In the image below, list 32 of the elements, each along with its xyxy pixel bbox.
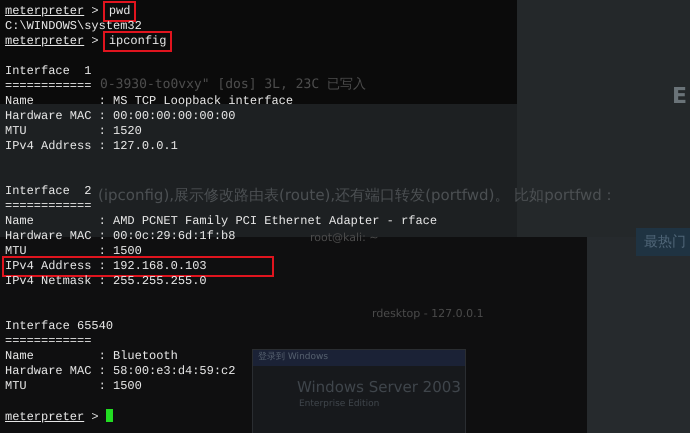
output-line: C:\WINDOWS\system32 [5,19,142,34]
output-line: IPv4 Address : 192.168.0.103 [5,259,271,274]
prompt-label: meterpreter [5,410,84,424]
window-title: rdesktop - 127.0.0.1 [372,306,484,322]
output-line: ============ [5,79,92,94]
prompt-separator: > [90,410,100,425]
dialog-title: 登录到 Windows [253,350,465,366]
output-line: MTU : 1500 [5,379,142,394]
side-heading: E [672,83,688,111]
command-text: pwd [106,4,134,19]
output-line: MTU : 1500 [5,244,142,259]
window-title: root@kali: ~ [310,230,379,246]
output-line: Name : Bluetooth [5,349,178,364]
output-line: ============ [5,199,92,214]
output-line: Name : AMD PCNET Family PCI Ethernet Adapter - rface [5,214,438,229]
output-line: Name : MS TCP Loopback interface [5,94,294,109]
output-line: Interface 65540 [5,319,114,334]
output-line: MTU : 1520 [5,124,142,139]
output-line: Hardware MAC : 00:00:00:00:00:00 [5,109,236,124]
editor-status-line: 0-3930-to0vxy" [dos] 3L, 23C 已写入 [100,77,366,92]
output-line: Hardware MAC : 58:00:e3:d4:59:c2 [5,364,236,379]
prompt-label: meterpreter [5,34,84,48]
output-line: Interface 1 [5,64,92,79]
output-line: Interface 2 [5,184,92,199]
output-line: ============ [5,334,92,349]
output-line: Hardware MAC : 00:0c:29:6d:1f:b8 [5,229,236,244]
command-text: ipconfig [106,34,170,49]
prompt-separator: > [90,4,100,19]
output-line: IPv4 Address : 127.0.0.1 [5,139,178,154]
output-line: IPv4 Netmask : 255.255.255.0 [5,274,207,289]
prompt-separator: > [90,34,100,49]
prompt-label: meterpreter [5,4,84,18]
